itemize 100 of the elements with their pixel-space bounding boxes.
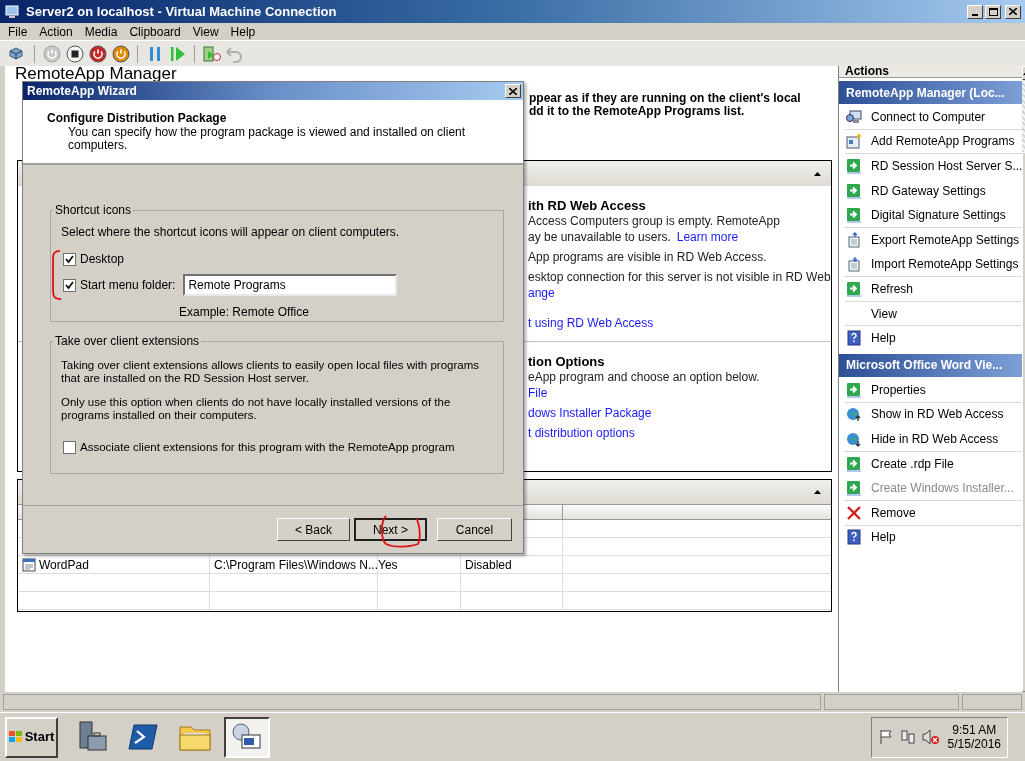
toolbar-button[interactable] [63, 42, 86, 65]
dialog-title: RemoteApp Wizard [27, 83, 137, 100]
body-text: Access Computers group is empty. RemoteApp [528, 213, 780, 229]
remove-icon [846, 504, 862, 521]
pane-command[interactable]: Help [845, 326, 1023, 351]
dialog-button[interactable]: < Back [277, 518, 350, 541]
group-label: Take over client extensions [54, 333, 201, 350]
link[interactable]: t using RD Web Access [528, 315, 654, 331]
link[interactable]: File [528, 385, 548, 401]
group-header[interactable]: RemoteApp Manager (Loc... [839, 81, 1023, 104]
globe-icon [846, 430, 862, 447]
computer-icon [4, 3, 20, 20]
start-button[interactable]: Start [5, 716, 58, 758]
minimize-button[interactable] [967, 4, 983, 19]
menu-item[interactable]: Media [79, 24, 123, 40]
close-button[interactable] [1005, 4, 1021, 19]
link[interactable]: dows Installer Package [528, 405, 652, 421]
menu-item[interactable]: File [3, 24, 33, 40]
pane-command[interactable]: Remove [845, 500, 1023, 526]
menu-item[interactable]: Help [225, 24, 261, 40]
desktop-checkbox[interactable] [63, 252, 76, 266]
document-arrow-icon [846, 256, 862, 273]
network-icon[interactable] [900, 729, 916, 745]
window-title: Server2 on localhost - Virtual Machine Connection [26, 2, 337, 21]
pane-command[interactable]: Help [845, 525, 1023, 551]
power-icon [111, 44, 130, 63]
pane-command[interactable]: Hide in RD Web Access [845, 427, 1023, 452]
pane-command[interactable]: Refresh [845, 277, 1023, 302]
stop-icon [65, 44, 84, 63]
pane-command[interactable]: RD Gateway Settings [845, 178, 1023, 204]
pane-command[interactable]: Show in RD Web Access [845, 402, 1023, 428]
muted-speaker-icon[interactable] [922, 729, 940, 745]
example-text: Example: Remote Office [179, 304, 310, 321]
close-icon [509, 87, 517, 95]
clock-time: 9:51 AM [952, 723, 997, 737]
help-icon [846, 529, 862, 546]
pane-command[interactable]: RD Session Host Server S... [845, 154, 1023, 179]
pane-command[interactable]: Export RemoteApp Settings [845, 227, 1023, 253]
section-title: ith RD Web Access [528, 198, 647, 213]
menu-item[interactable]: View [187, 24, 224, 40]
help-icon [846, 330, 862, 347]
pane-command[interactable]: Connect to Computer [845, 105, 1023, 130]
checkbox-label: Start menu folder: [80, 277, 176, 294]
clock-date: 5/15/2016 [947, 737, 1001, 751]
minimize-icon [972, 13, 978, 16]
dialog-button[interactable]: Cancel [437, 518, 512, 541]
document-arrow-icon [846, 231, 862, 248]
table-cell-text: Yes [378, 556, 398, 574]
intro-text: dd it to the RemoteApp Programs list. [529, 105, 746, 118]
page-heading: RemoteApp Manager [14, 66, 178, 81]
folder-field[interactable]: Remote Programs [183, 274, 398, 296]
actions-title: Actions [845, 66, 889, 77]
close-button[interactable] [505, 84, 521, 98]
close-icon [1009, 8, 1017, 15]
collapse-icon[interactable] [814, 171, 821, 176]
section-title: tion Options [528, 354, 606, 369]
terminal-icon [128, 723, 158, 751]
table-cell-text: Disabled [465, 556, 512, 574]
power-icon [42, 44, 61, 63]
document-icon [22, 557, 36, 572]
link[interactable]: Learn more [676, 229, 739, 245]
group-description: Taking over client extensions allows clients to easily open local files with programs that are installed on the RD Session Host server. [61, 359, 481, 385]
bracket-annotation [50, 250, 62, 301]
maximize-button[interactable] [985, 4, 1001, 19]
table-cell-text: C:\Program Files\Windows N... [214, 556, 379, 574]
page-title: Configure Distribution Package [47, 111, 228, 125]
body-text: App programs are visible in RD Web Access. [528, 249, 767, 265]
associate-checkbox[interactable] [63, 441, 76, 455]
group-hint: Select where the shortcut icons will appear on client computers. [61, 225, 401, 239]
group-header[interactable]: Microsoft Office Word Vie... [839, 353, 1023, 377]
toolbar-button[interactable] [109, 42, 132, 65]
pane-command[interactable]: Digital Signature Settings [845, 203, 1023, 228]
pane-command[interactable]: Properties [845, 377, 1023, 403]
pane-command[interactable]: Add RemoteApp Programs [845, 129, 1023, 155]
menu-item[interactable]: Action [34, 24, 78, 40]
group-label: Shortcut icons [54, 202, 133, 219]
windows-logo-icon [8, 730, 23, 744]
computer-icon [846, 108, 862, 125]
checkbox-label: Desktop [80, 251, 125, 268]
table-cell-text: WordPad [39, 556, 89, 574]
link[interactable]: t distribution options [528, 425, 635, 441]
link[interactable]: ange [528, 285, 555, 301]
pane-command[interactable]: Create .rdp File [845, 451, 1023, 477]
maximize-icon [988, 7, 998, 16]
group-title: RemoteApp Manager (Loc... [846, 84, 1005, 102]
body-text: esktop connection for this server is not visible in RD Web [528, 269, 831, 285]
pane-command[interactable]: Import RemoteApp Settings [845, 252, 1023, 278]
body-text: eApp program and choose an option below. [528, 369, 760, 385]
play-icon [168, 44, 187, 63]
collapse-icon[interactable] [814, 490, 821, 494]
checkbox-label: Associate client extensions for this program with the RemoteApp program [80, 440, 455, 455]
status-section [962, 694, 1022, 710]
power-icon [88, 44, 107, 63]
menu-item[interactable]: Clipboard [124, 24, 186, 40]
group-description: Only use this option when clients do not have locally installed versions of the programs installed on their computers. [61, 396, 452, 422]
start-menu-checkbox[interactable] [63, 278, 76, 292]
taskbar-button[interactable] [224, 716, 270, 758]
body-text: ay be unavailable to users. [528, 229, 671, 245]
flag-icon[interactable] [878, 729, 894, 745]
group-title: Microsoft Office Word Vie... [846, 357, 1003, 375]
